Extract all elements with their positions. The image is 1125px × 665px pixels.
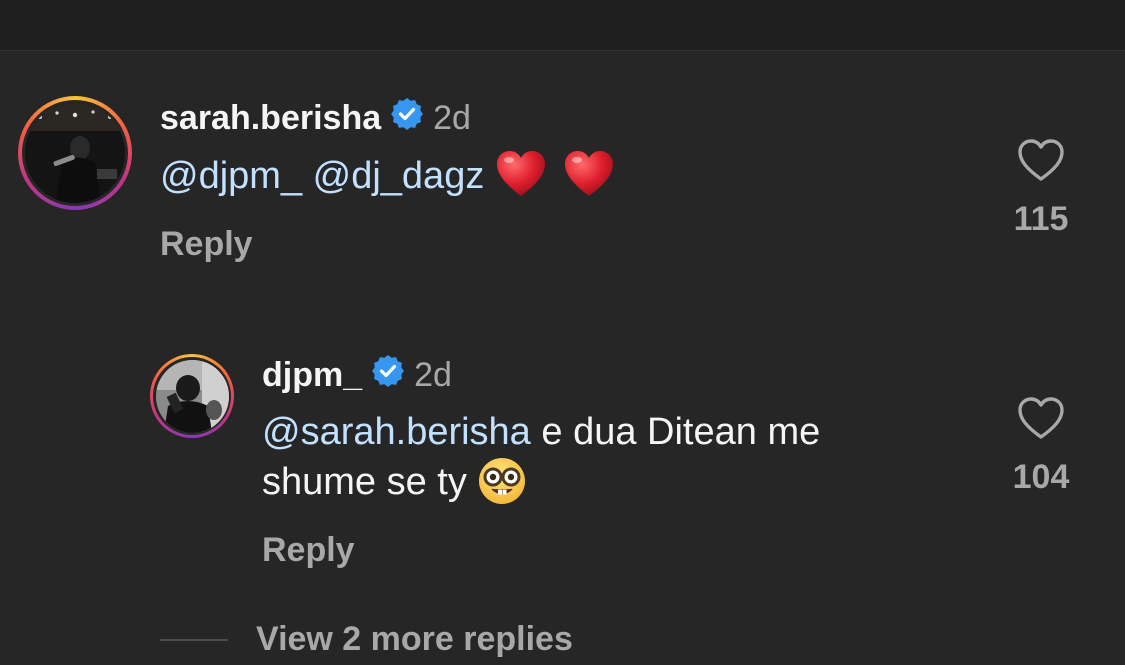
- comment-header: djpm_ 2d: [262, 354, 452, 396]
- like-section: 104: [996, 396, 1086, 497]
- verified-badge-icon: [372, 354, 405, 396]
- comment-text: @sarah.berisha e dua Ditean me shume se …: [262, 408, 820, 506]
- top-bar: [0, 0, 1125, 51]
- comment-header: sarah.berisha 2d: [160, 96, 471, 140]
- heart-outline-icon[interactable]: [1017, 138, 1065, 182]
- mention-link[interactable]: @dj_dagz: [313, 155, 485, 197]
- username[interactable]: sarah.berisha: [160, 99, 381, 138]
- heart-outline-icon[interactable]: [1017, 396, 1065, 440]
- comment-line: shume se ty: [262, 456, 820, 506]
- avatar[interactable]: [150, 354, 234, 438]
- like-count: 115: [1013, 200, 1069, 238]
- reply-button[interactable]: Reply: [160, 225, 253, 264]
- reply-button[interactable]: Reply: [262, 531, 355, 570]
- avatar-photo: [25, 103, 125, 203]
- comment-text: @djpm_ @dj_dagz: [160, 150, 615, 200]
- comment-text-part: e dua Ditean me: [530, 411, 821, 453]
- view-more-replies-label: View 2 more replies: [256, 620, 573, 658]
- mention-link[interactable]: @djpm_: [160, 155, 302, 197]
- verified-badge-icon: [391, 97, 424, 139]
- avatar[interactable]: [18, 96, 132, 210]
- mention-link[interactable]: @sarah.berisha: [262, 411, 531, 453]
- comment-line: @sarah.berisha e dua Ditean me: [262, 408, 820, 456]
- divider: [160, 638, 228, 641]
- red-heart-emoji: [565, 151, 614, 196]
- nerd-face-emoji: [479, 458, 526, 504]
- like-section: 115: [996, 138, 1086, 239]
- like-count: 104: [1012, 458, 1070, 496]
- avatar-photo: [155, 359, 229, 433]
- comment-time: 2d: [414, 355, 452, 394]
- red-heart-emoji: [496, 151, 545, 196]
- comment-time: 2d: [433, 98, 471, 137]
- username[interactable]: djpm_: [262, 356, 362, 395]
- comment-text-part: shume se ty: [262, 461, 478, 503]
- view-more-replies-button[interactable]: View 2 more replies: [160, 620, 573, 659]
